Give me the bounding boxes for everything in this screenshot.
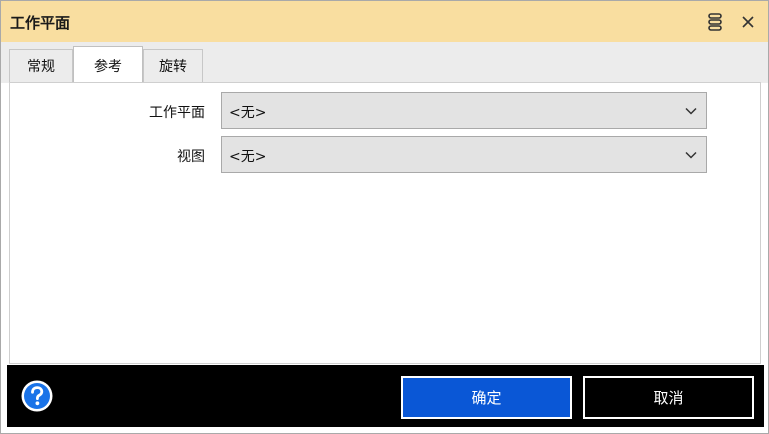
ok-button[interactable]: 确定 — [401, 376, 572, 419]
dialog-footer: 确定 取消 — [7, 365, 764, 427]
workplane-label: 工作平面 — [149, 105, 205, 121]
help-icon — [21, 380, 53, 412]
menu-icon — [708, 13, 722, 31]
tab-reference[interactable]: 参考 — [73, 46, 143, 84]
view-label: 视图 — [177, 149, 205, 165]
close-icon — [742, 16, 754, 28]
menu-button[interactable] — [706, 13, 724, 31]
view-select-value: <无> — [229, 149, 267, 165]
help-button[interactable] — [20, 379, 54, 413]
dialog-window: 工作平面 常规 旋转 参考 工作平面 <无> 视图 <无> 确定 取消 — [0, 0, 769, 434]
view-select[interactable]: <无> — [221, 136, 707, 173]
workplane-select[interactable]: <无> — [221, 92, 707, 129]
chevron-down-icon — [685, 151, 697, 159]
window-title: 工作平面 — [10, 14, 71, 32]
workplane-select-value: <无> — [229, 105, 267, 121]
cancel-button[interactable]: 取消 — [583, 376, 754, 419]
tab-strip: 常规 旋转 参考 — [1, 42, 768, 84]
chevron-down-icon — [685, 107, 697, 115]
tab-rotate[interactable]: 旋转 — [143, 49, 203, 82]
tab-general[interactable]: 常规 — [9, 49, 73, 82]
close-button[interactable] — [739, 13, 757, 31]
title-bar[interactable]: 工作平面 — [1, 1, 768, 42]
